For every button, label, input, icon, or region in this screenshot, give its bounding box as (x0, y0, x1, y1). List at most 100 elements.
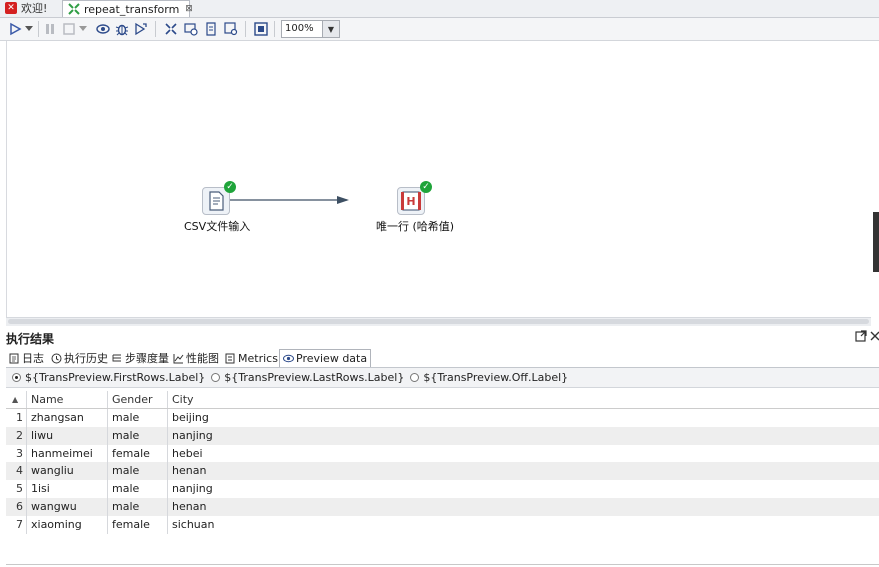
table-row[interactable]: 5 1isi male nanjing (6, 480, 879, 498)
impact-icon[interactable] (183, 21, 199, 37)
verify-icon[interactable] (163, 21, 179, 37)
toolbar-separator (38, 21, 39, 37)
table-row[interactable]: 7 xiaoming female sichuan (6, 515, 879, 534)
debug-icon[interactable] (114, 21, 130, 37)
radio-off-label: ${TransPreview.Off.Label} (423, 371, 569, 384)
radio-off[interactable]: ${TransPreview.Off.Label} (410, 371, 568, 384)
editor-tab-strip: ✕ 欢迎! repeat_transform ⊠ (0, 0, 879, 18)
pause-icon[interactable] (42, 21, 58, 37)
row-number: 6 (6, 497, 27, 516)
transformation-icon (68, 3, 80, 15)
hop-arrow-icon (337, 196, 349, 204)
tab-repeat-transform-label: repeat_transform (84, 2, 180, 16)
stop-dropdown-icon[interactable] (78, 21, 88, 37)
maximize-icon[interactable] (855, 330, 867, 345)
tab-step-metrics-label: 步骤度量 (125, 352, 169, 365)
step-label: 唯一行 (哈希值) (376, 220, 455, 233)
cell-gender: male (108, 480, 168, 498)
hop-layer (229, 196, 349, 204)
radio-last-rows-label: ${TransPreview.LastRows.Label} (224, 371, 405, 384)
table-header: ▲ Name Gender City (6, 391, 879, 409)
zoom-select[interactable]: 100% ▼ (281, 20, 340, 38)
cell-name: hanmeimei (27, 444, 108, 463)
history-icon (51, 353, 62, 364)
canvas-horizontal-scrollbar[interactable] (6, 317, 871, 326)
canvas-vertical-scrollbar[interactable] (873, 212, 879, 272)
snap-to-grid-icon[interactable] (253, 21, 269, 37)
tab-performance-chart[interactable]: 性能图 (170, 350, 222, 366)
cell-name: 1isi (27, 480, 108, 498)
tab-history[interactable]: 执行历史 (48, 350, 111, 366)
explore-db-icon[interactable] (223, 21, 239, 37)
unique-rows-icon: H (401, 191, 421, 211)
transformation-toolbar: 100% ▼ (0, 18, 879, 41)
tab-metrics-label: Metrics (238, 351, 278, 365)
metrics-icon (225, 353, 235, 364)
cell-gender: male (108, 462, 168, 481)
row-number: 3 (6, 444, 27, 463)
tab-performance-chart-label: 性能图 (186, 352, 219, 365)
replay-icon[interactable] (133, 21, 149, 37)
tab-metrics[interactable]: Metrics (222, 350, 281, 366)
tab-log-label: 日志 (22, 352, 44, 365)
results-tabs: 日志 执行历史 步骤度量 性能图 Metrics Preview data (6, 349, 879, 368)
table-body: 1 zhangsan male beijing 2 liwu male nanj… (6, 409, 879, 534)
step-success-check-icon: ✓ (420, 181, 432, 193)
radio-first-rows-label: ${TransPreview.FirstRows.Label} (25, 371, 206, 384)
sql-icon[interactable] (203, 21, 219, 37)
toolbar-separator (155, 21, 156, 37)
radio-button[interactable] (410, 373, 420, 382)
table-row[interactable]: 3 hanmeimei female hebei (6, 444, 879, 463)
step-label: CSV文件输入 (184, 220, 251, 233)
close-tab-icon[interactable]: ⊠ (185, 4, 193, 14)
welcome-icon: ✕ (5, 2, 17, 14)
tab-welcome[interactable]: ✕ 欢迎! (0, 0, 60, 16)
cell-gender: male (108, 409, 168, 427)
preview-icon[interactable] (95, 21, 111, 37)
tab-repeat-transform[interactable]: repeat_transform ⊠ (62, 0, 193, 17)
tab-welcome-label: 欢迎! (21, 2, 48, 15)
tab-log[interactable]: 日志 (6, 350, 47, 366)
row-number: 4 (6, 462, 27, 481)
transformation-canvas[interactable]: ✓ CSV文件输入 H ✓ 唯一行 (哈希值) (6, 41, 879, 317)
radio-first-rows[interactable]: ${TransPreview.FirstRows.Label} (12, 371, 205, 384)
close-panel-icon[interactable] (870, 330, 879, 345)
cell-city: henan (172, 464, 207, 478)
tab-preview-data-label: Preview data (296, 352, 368, 365)
run-dropdown-icon[interactable] (24, 21, 34, 37)
results-panel-title: 执行结果 (6, 332, 55, 346)
tab-preview-data[interactable]: Preview data (279, 349, 372, 367)
csv-file-icon (209, 191, 224, 211)
scrollbar-thumb[interactable] (8, 319, 869, 324)
table-row[interactable]: 4 wangliu male henan (6, 462, 879, 481)
zoom-value: 100% (285, 23, 314, 34)
cell-gender: female (108, 515, 168, 534)
cell-city: nanjing (172, 428, 213, 442)
radio-button[interactable] (211, 373, 221, 382)
radio-button[interactable] (12, 373, 21, 382)
table-row[interactable]: 2 liwu male nanjing (6, 426, 879, 445)
toolbar-separator (274, 21, 275, 37)
table-row[interactable]: 1 zhangsan male beijing (6, 409, 879, 427)
table-row[interactable]: 6 wangwu male henan (6, 497, 879, 516)
cell-city: henan (172, 499, 207, 513)
chevron-down-icon[interactable]: ▼ (322, 21, 339, 37)
cell-city: hebei (172, 446, 203, 460)
stop-icon[interactable] (61, 21, 77, 37)
step-metrics-icon (112, 353, 122, 364)
cell-name: xiaoming (27, 515, 108, 534)
tab-history-label: 执行历史 (64, 352, 108, 365)
cell-city: beijing (172, 411, 209, 424)
column-header-name[interactable]: Name (27, 391, 108, 408)
tab-step-metrics[interactable]: 步骤度量 (109, 350, 172, 366)
cell-gender: female (108, 444, 168, 463)
log-icon (9, 353, 19, 364)
run-icon[interactable] (7, 21, 23, 37)
sort-icon[interactable]: ▲ (6, 391, 27, 408)
cell-name: liwu (27, 426, 108, 445)
svg-text:H: H (406, 195, 415, 208)
column-header-city[interactable]: City (168, 391, 288, 408)
column-header-gender[interactable]: Gender (108, 391, 168, 408)
radio-last-rows[interactable]: ${TransPreview.LastRows.Label} (211, 371, 404, 384)
step-success-check-icon: ✓ (224, 181, 236, 193)
